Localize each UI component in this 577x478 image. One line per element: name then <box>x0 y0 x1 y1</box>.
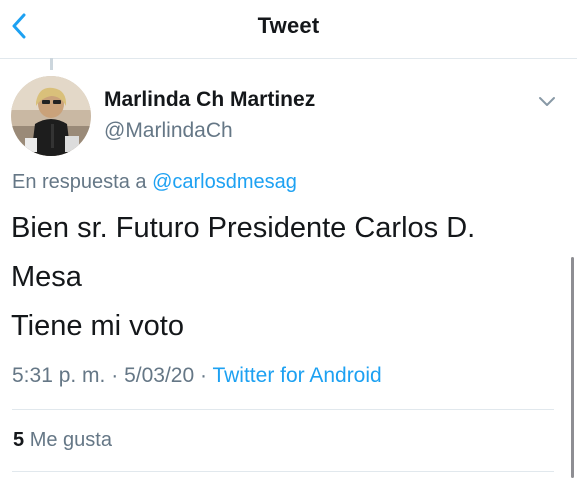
reply-context: En respuesta a @carlosdmesag <box>12 171 297 194</box>
tweet-date: 5/03/20 <box>124 364 195 387</box>
avatar-image <box>11 76 91 156</box>
meta-separator: · <box>200 364 207 387</box>
page-title: Tweet <box>257 13 320 38</box>
tweet-time: 5:31 p. m. <box>12 364 106 387</box>
likes-label: Me gusta <box>29 429 112 451</box>
meta-separator: · <box>111 364 119 387</box>
reply-prefix: En respuesta a <box>12 171 147 193</box>
reply-mention-link[interactable]: @carlosdmesag <box>152 171 297 193</box>
tweet-text-line: Bien sr. Futuro Presidente Carlos D. <box>11 212 476 244</box>
tweet-text-line: Mesa <box>11 261 82 293</box>
tweet-text: Bien sr. Futuro Presidente Carlos D. Mes… <box>11 204 551 351</box>
likes-count: 5 <box>13 429 25 451</box>
tweet-text-line: Tiene mi voto <box>11 310 184 342</box>
tweet-metadata: 5:31 p. m. · 5/03/20 · Twitter for Andro… <box>12 364 382 388</box>
author-handle[interactable]: @MarlindaCh <box>104 119 233 143</box>
tweet-menu-button[interactable] <box>534 88 560 114</box>
divider <box>12 471 554 472</box>
avatar[interactable] <box>11 76 91 156</box>
scrollbar[interactable] <box>571 257 574 478</box>
author-display-name[interactable]: Marlinda Ch Martinez <box>104 88 315 112</box>
tweet-source-link[interactable]: Twitter for Android <box>212 364 381 387</box>
top-bar: Tweet <box>0 0 577 59</box>
likes-summary[interactable]: 5 Me gusta <box>13 429 112 452</box>
thread-connector-line <box>50 58 53 70</box>
chevron-down-icon <box>539 97 555 106</box>
divider <box>12 409 554 410</box>
